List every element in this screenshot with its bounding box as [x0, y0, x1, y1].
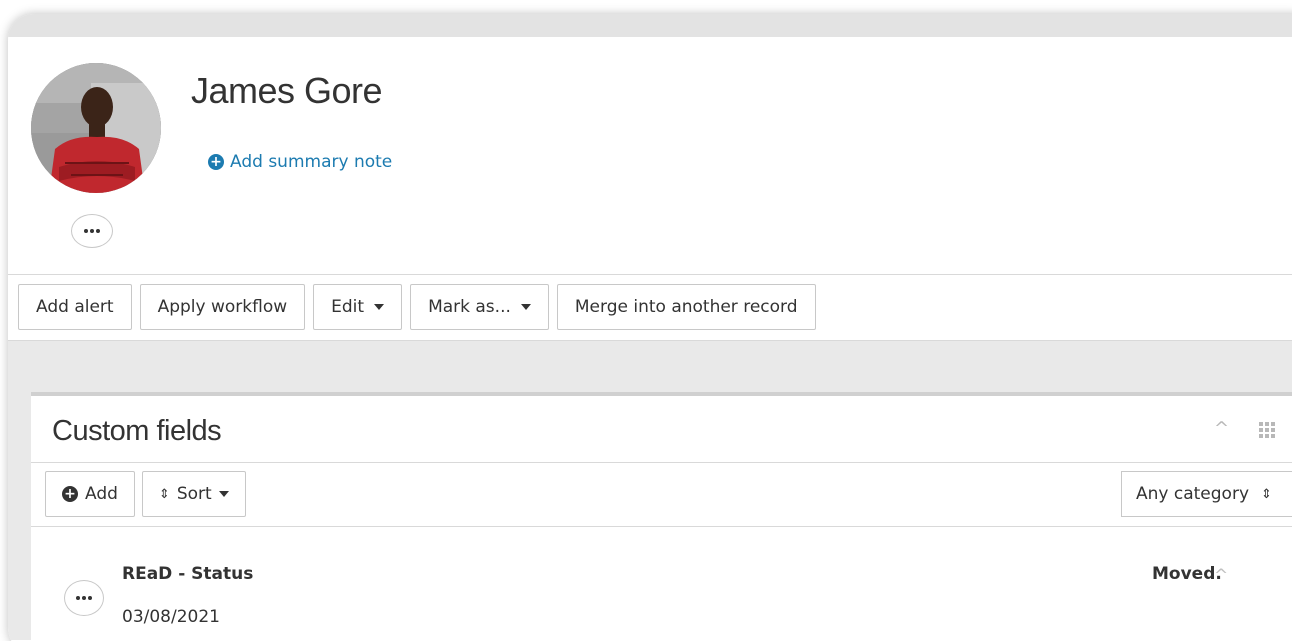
chevron-up-icon[interactable]: ^: [1214, 418, 1229, 439]
panel-toolbar: + Add ⇕ Sort: [45, 471, 246, 517]
edit-label: Edit: [331, 297, 365, 317]
ellipsis-icon: [84, 229, 88, 233]
category-select-value: Any category: [1136, 484, 1249, 504]
apply-workflow-button[interactable]: Apply workflow: [139, 284, 306, 330]
add-summary-note-link[interactable]: + Add summary note: [208, 152, 392, 172]
record-name: James Gore: [191, 70, 383, 111]
add-alert-label: Add alert: [36, 297, 114, 317]
add-label: Add: [85, 484, 118, 504]
plus-circle-icon: +: [62, 486, 78, 502]
field-value: Moved.: [1152, 564, 1222, 584]
apply-workflow-label: Apply workflow: [157, 297, 288, 317]
add-field-button[interactable]: + Add: [45, 471, 135, 517]
top-strip: [8, 14, 1292, 37]
field-date: 03/08/2021: [122, 607, 220, 627]
profile-more-button[interactable]: [71, 214, 113, 248]
panel-title: Custom fields: [52, 415, 222, 447]
grid-icon[interactable]: [1259, 422, 1275, 438]
caret-down-icon: [374, 304, 385, 310]
add-alert-button[interactable]: Add alert: [18, 284, 132, 330]
plus-circle-icon: +: [208, 154, 224, 170]
caret-down-icon: [520, 304, 531, 310]
sort-icon: ⇕: [158, 486, 170, 502]
merge-record-button[interactable]: Merge into another record: [556, 284, 816, 330]
record-window: James Gore + Add summary note Add alert …: [8, 14, 1292, 641]
select-arrows-icon: ⇕: [1261, 486, 1272, 502]
avatar: [31, 63, 161, 193]
divider: [31, 526, 1292, 527]
merge-label: Merge into another record: [574, 297, 798, 317]
custom-fields-panel: Custom fields ^ + Add ⇕ Sort Any categor…: [31, 392, 1292, 641]
record-toolbar: Add alert Apply workflow Edit Mark as...…: [18, 284, 816, 330]
field-name: REaD - Status: [122, 564, 254, 584]
divider: [8, 274, 1292, 275]
divider: [31, 462, 1292, 463]
chevron-up-icon[interactable]: ^: [1214, 566, 1228, 586]
mark-as-dropdown-button[interactable]: Mark as...: [410, 284, 549, 330]
category-select[interactable]: Any category ⇕: [1121, 471, 1292, 517]
mark-as-label: Mark as...: [428, 297, 511, 317]
caret-down-icon: [218, 491, 229, 497]
edit-dropdown-button[interactable]: Edit: [313, 284, 403, 330]
sort-label: Sort: [176, 484, 212, 504]
sort-dropdown-button[interactable]: ⇕ Sort: [141, 471, 246, 517]
add-summary-note-label: Add summary note: [230, 152, 393, 172]
field-more-button[interactable]: [64, 580, 104, 616]
ellipsis-icon: [76, 596, 80, 600]
